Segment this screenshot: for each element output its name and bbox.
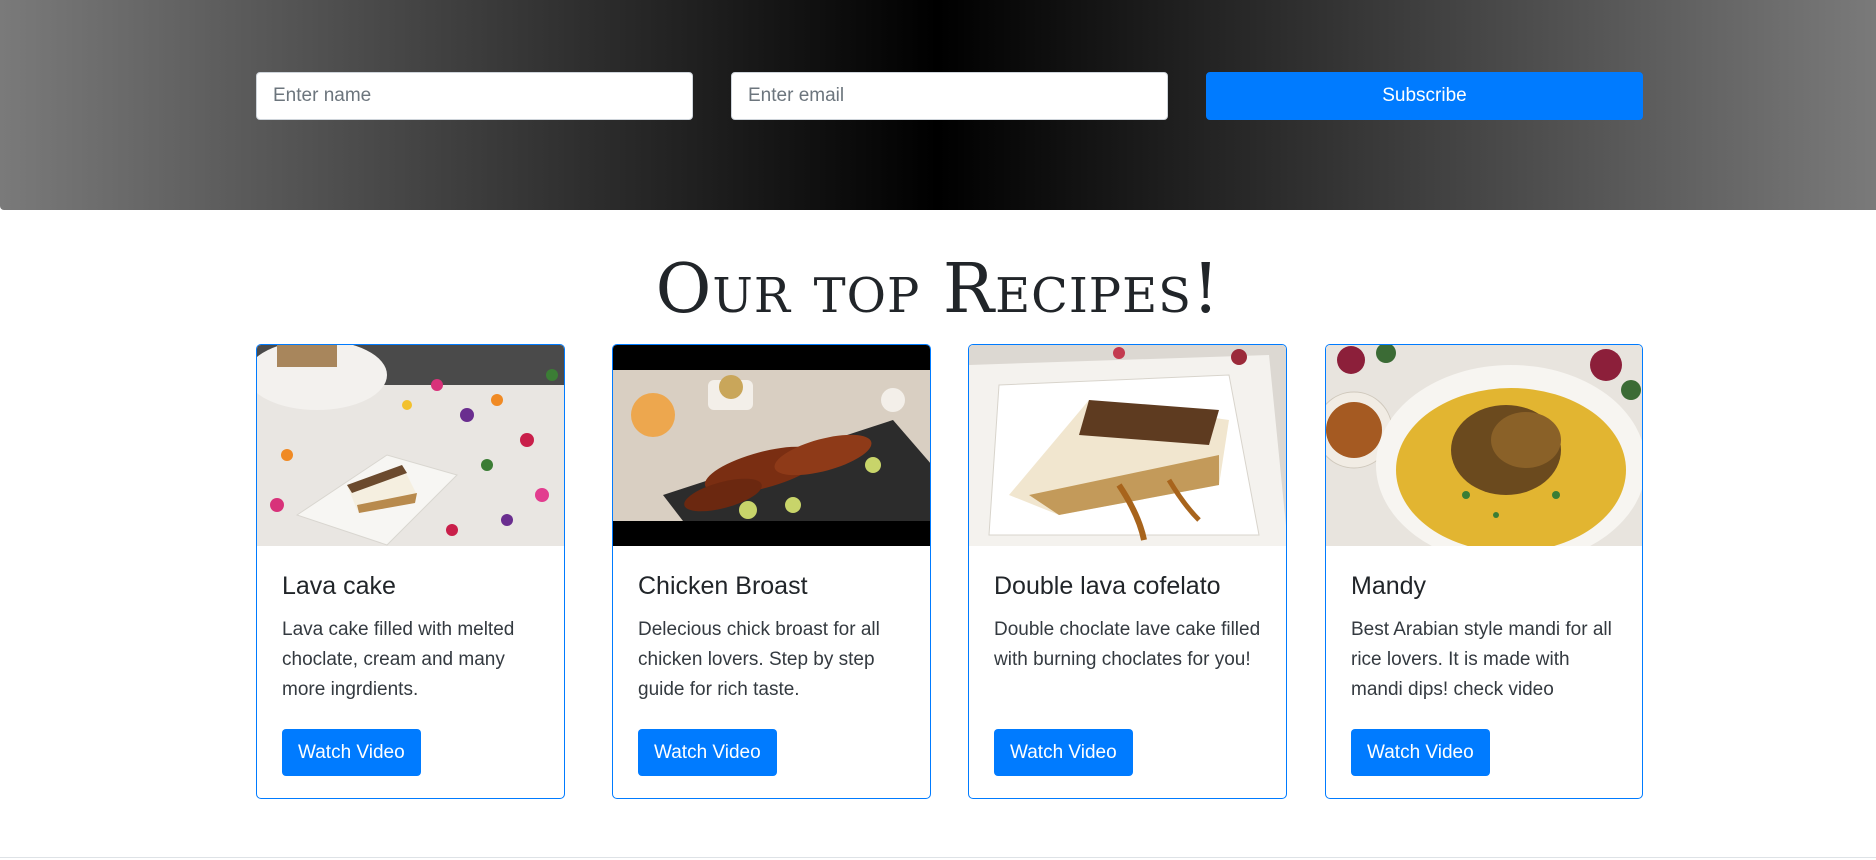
- lava-cake-photo: [257, 345, 564, 546]
- watch-video-button[interactable]: Watch Video: [282, 729, 421, 776]
- card-description: Best Arabian style mandi for all rice lo…: [1351, 619, 1612, 700]
- mandy-photo: [1326, 345, 1642, 546]
- section-title: Our top Recipes!: [655, 250, 1221, 329]
- card-title: Chicken Broast: [638, 572, 808, 600]
- watch-video-button[interactable]: Watch Video: [638, 729, 777, 776]
- email-input[interactable]: [731, 72, 1168, 120]
- chicken-broast-photo: [613, 345, 930, 546]
- subscribe-button[interactable]: Subscribe: [1206, 72, 1643, 120]
- card-title: Double lava cofelato: [994, 572, 1221, 600]
- recipe-card: Mandy Best Arabian style mandi for all r…: [1325, 344, 1643, 799]
- card-description: Delecious chick broast for all chicken l…: [638, 619, 880, 700]
- subscribe-banner: Subscribe: [0, 0, 1876, 210]
- watch-video-button[interactable]: Watch Video: [1351, 729, 1490, 776]
- recipe-card: Chicken Broast Delecious chick broast fo…: [612, 344, 931, 799]
- footer-divider: [0, 857, 1876, 858]
- card-description: Lava cake filled with melted choclate, c…: [282, 619, 515, 700]
- card-title: Lava cake: [282, 572, 396, 600]
- double-lava-cofelato-photo: [969, 345, 1286, 546]
- watch-video-button[interactable]: Watch Video: [994, 729, 1133, 776]
- card-title: Mandy: [1351, 572, 1427, 600]
- recipe-card: Double lava cofelato Double choclate lav…: [968, 344, 1287, 799]
- name-input[interactable]: [256, 72, 693, 120]
- card-description: Double choclate lave cake filled with bu…: [994, 619, 1261, 670]
- recipe-card: Lava cake Lava cake filled with melted c…: [256, 344, 565, 799]
